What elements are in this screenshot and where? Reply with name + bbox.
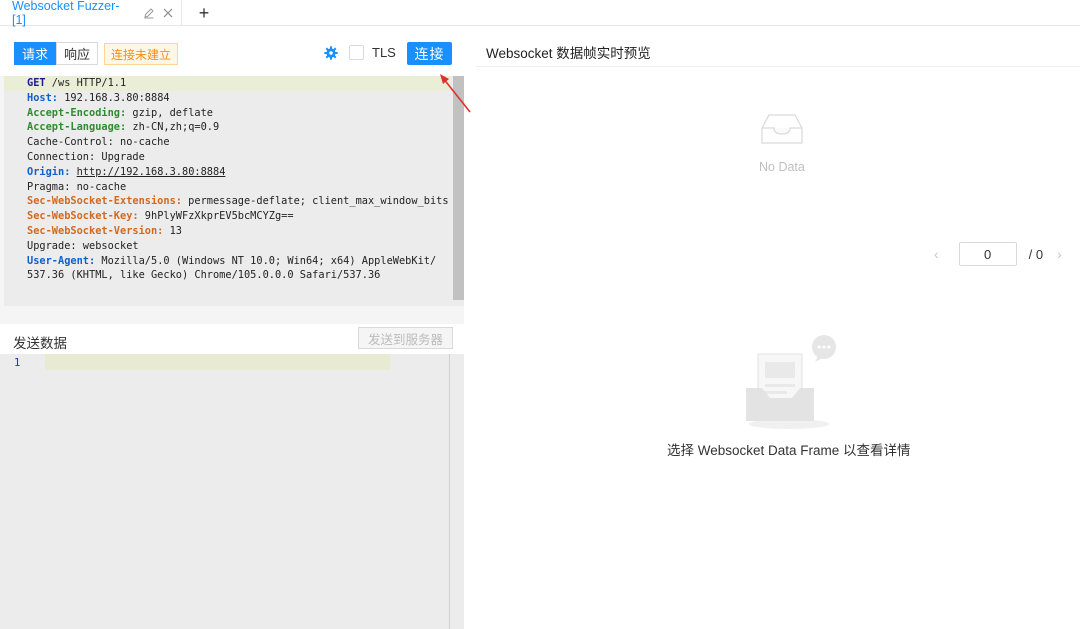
header-value: 537.36 (KHTML, like Gecko) Chrome/105.0.… xyxy=(27,269,381,282)
pagination: ‹ / 0 › xyxy=(934,242,1062,266)
preview-title: Websocket 数据帧实时预览 xyxy=(486,46,651,61)
send-to-server-button[interactable]: 发送到服务器 xyxy=(358,327,453,349)
header-value: permessage-deflate; client_max_window_bi… xyxy=(181,195,449,208)
select-frame-hint: 选择 Websocket Data Frame 以查看详情 xyxy=(667,443,911,458)
editor-ruler xyxy=(449,354,450,629)
tab-response[interactable]: 响应 xyxy=(56,42,99,65)
request-line: GET /ws HTTP/1.1 xyxy=(27,76,126,91)
tab-bar: Websocket Fuzzer-[1] + xyxy=(0,0,1080,27)
header-value: zh-CN,zh;q=0.9 xyxy=(126,121,220,134)
tab-title: Websocket Fuzzer-[1] xyxy=(12,0,120,27)
request-line: User-Agent: Mozilla/5.0 (Windows NT 10.0… xyxy=(27,254,436,269)
header-key: Accept-Language: xyxy=(27,121,127,134)
current-line-highlight xyxy=(45,354,390,370)
add-tab-button[interactable]: + xyxy=(192,0,216,26)
line-number: 1 xyxy=(14,357,21,369)
editor-scrollbar[interactable] xyxy=(453,76,464,300)
header-value: Mozilla/5.0 (Windows NT 10.0; Win64; x64… xyxy=(95,254,437,267)
request-line: Sec-WebSocket-Extensions: permessage-def… xyxy=(27,194,449,209)
header-value: 192.168.3.80:8884 xyxy=(58,91,170,104)
header-value: 9hPlyWFzXkprEV5bcMCYZg== xyxy=(138,210,294,223)
empty-inbox-icon xyxy=(760,110,804,146)
header-key: Host: xyxy=(27,91,58,104)
empty-detail-illustration-icon xyxy=(740,334,840,430)
request-panel: 请求 响应 连接未建立 TLS 连接 GET /ws HTTP/1.1 Host:… xyxy=(0,30,464,629)
header-key: GET xyxy=(27,77,46,89)
page-input[interactable] xyxy=(958,242,1017,266)
send-header: 发送数据 发送到服务器 xyxy=(0,324,464,354)
chevron-right-icon[interactable]: › xyxy=(1057,246,1062,262)
tls-label: TLS xyxy=(372,45,396,60)
request-response-switch: 请求 响应 连接未建立 xyxy=(14,42,179,65)
send-data-editor[interactable]: 1 xyxy=(0,354,464,629)
header-value: gzip, deflate xyxy=(126,106,213,119)
header-key: Sec-WebSocket-Version: xyxy=(27,225,164,237)
request-line: 537.36 (KHTML, like Gecko) Chrome/105.0.… xyxy=(27,268,380,283)
header-key: Accept-Encoding: xyxy=(27,106,127,119)
request-line: Accept-Encoding: gzip, deflate xyxy=(27,106,213,121)
request-line: Connection: Upgrade xyxy=(27,150,145,165)
header-value[interactable]: http://192.168.3.80:8884 xyxy=(77,166,226,178)
request-line: Host: 192.168.3.80:8884 xyxy=(27,91,170,106)
edit-icon[interactable] xyxy=(143,7,155,19)
request-toolbar: 请求 响应 连接未建立 TLS 连接 xyxy=(0,30,464,76)
header-value: Cache-Control: no-cache xyxy=(27,136,170,149)
header-key: Origin: xyxy=(27,165,71,178)
request-editor[interactable]: GET /ws HTTP/1.1 Host: 192.168.3.80:8884 A… xyxy=(4,76,464,306)
header-value: Connection: Upgrade xyxy=(27,151,145,163)
close-icon[interactable] xyxy=(163,8,173,18)
tab-request[interactable]: 请求 xyxy=(14,42,57,65)
header-key: User-Agent: xyxy=(27,254,96,267)
header-value: 13 xyxy=(163,225,182,237)
gear-icon[interactable] xyxy=(324,46,338,60)
request-line: Upgrade: websocket xyxy=(27,239,139,254)
tls-checkbox[interactable] xyxy=(349,45,364,60)
request-line: Sec-WebSocket-Key: 9hPlyWFzXkprEV5bcMCYZ… xyxy=(27,209,294,224)
header-key: Sec-WebSocket-Extensions: xyxy=(27,195,182,208)
request-line: Pragma: no-cache xyxy=(27,180,126,195)
request-line: Origin: http://192.168.3.80:8884 xyxy=(27,165,225,180)
request-line: Accept-Language: zh-CN,zh;q=0.9 xyxy=(27,120,219,135)
header-value: Pragma: no-cache xyxy=(27,180,127,193)
header-key: Sec-WebSocket-Key: xyxy=(27,210,139,223)
divider xyxy=(476,66,1080,67)
header-value: Upgrade: websocket xyxy=(27,239,139,252)
request-line: Cache-Control: no-cache xyxy=(27,135,170,150)
header-value: /ws HTTP/1.1 xyxy=(45,77,127,89)
request-line: Sec-WebSocket-Version: 13 xyxy=(27,224,182,239)
preview-panel: Websocket 数据帧实时预览 No Data ‹ / 0 › 选择 Web… xyxy=(476,30,1080,629)
chevron-left-icon[interactable]: ‹ xyxy=(934,246,939,262)
send-data-title: 发送数据 xyxy=(13,336,67,351)
no-data-text: No Data xyxy=(759,160,805,174)
tab-websocket-fuzzer[interactable]: Websocket Fuzzer-[1] xyxy=(0,0,182,27)
connection-status-badge: 连接未建立 xyxy=(104,43,179,65)
connect-button[interactable]: 连接 xyxy=(407,42,452,65)
page-total: / 0 xyxy=(1028,246,1044,262)
